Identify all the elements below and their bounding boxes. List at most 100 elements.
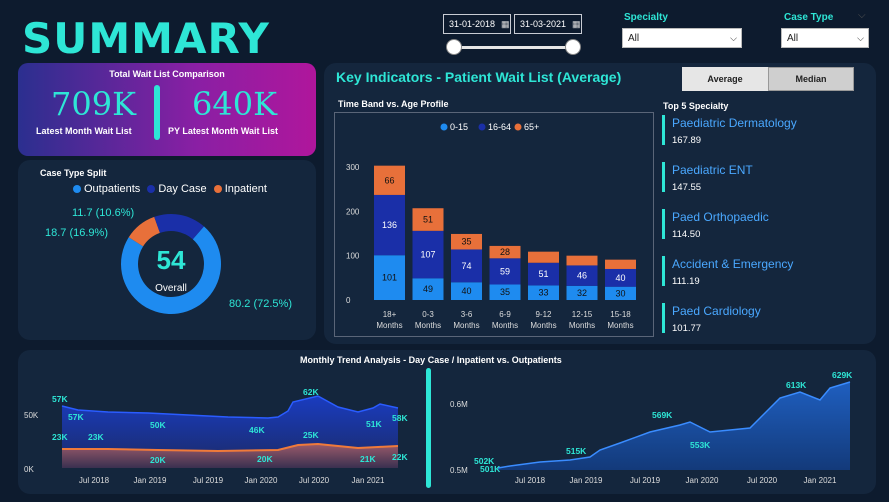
legend-dot-65+ [514, 123, 522, 131]
legend-dot-daycase [147, 185, 156, 194]
py-wait-list-value: 640K [192, 85, 277, 123]
legend-inpatient: Inpatient [224, 183, 267, 195]
x-tick-label: 3-6 [461, 310, 473, 319]
left-trend-chart: 57K57K 50K 46K 62K 51K 58K 23K 23K 20K 20K 25K 21K 2… [24, 387, 408, 485]
start-date-input[interactable]: 31-01-2018 ▦ [443, 14, 511, 34]
chevron-down-icon[interactable]: ⌵ [858, 10, 866, 21]
date-slider-end-handle[interactable] [565, 39, 581, 55]
legend-label-0-15: 0-15 [450, 122, 468, 132]
total-point-label: 515K [566, 446, 587, 456]
legend-dot-16-64 [478, 123, 486, 131]
outpatients-point-label: 46K [249, 425, 265, 435]
outpatients-point-label: 62K [303, 387, 319, 397]
latest-wait-list-label: Latest Month Wait List [36, 126, 132, 136]
x-tick-label: 18+ [383, 310, 397, 319]
inpatient-point-label: 25K [303, 430, 319, 440]
specialty-name[interactable]: Paed Orthopaedic [672, 210, 769, 224]
specialty-filter-label: Specialty [624, 12, 668, 23]
bar-data-label: 28 [500, 247, 510, 257]
wait-list-card: Total Wait List Comparison 709K Latest M… [18, 63, 316, 156]
y-tick-label: 0 [346, 296, 351, 305]
calendar-icon[interactable]: ▦ [501, 19, 510, 30]
legend-label-16-64: 16-64 [488, 122, 511, 132]
case-type-filter-select[interactable]: All ⌵ [781, 28, 869, 48]
case-type-donut: 54 Overall [121, 214, 221, 314]
x-tick-label: Months [453, 321, 479, 330]
start-date-value: 31-01-2018 [449, 19, 496, 29]
x-tick-label: Jan 2019 [570, 476, 603, 485]
bar-data-label: 35 [500, 287, 510, 297]
x-tick-label: 6-9 [499, 310, 511, 319]
x-tick-label: 12-15 [572, 310, 593, 319]
x-tick-label: Jul 2018 [79, 476, 110, 485]
average-toggle-button[interactable]: Average [682, 67, 768, 91]
bar-data-label: 51 [538, 269, 548, 279]
date-slider-track[interactable] [455, 46, 575, 49]
inpatient-point-label: 20K [150, 455, 166, 465]
case-type-legend: Outpatients Day Case Inpatient [73, 183, 267, 195]
bar-data-label: 40 [461, 286, 471, 296]
x-tick-label: Jul 2020 [747, 476, 778, 485]
x-tick-label: Jan 2019 [134, 476, 167, 485]
specialty-name[interactable]: Paediatric Dermatology [672, 116, 797, 130]
median-toggle-button[interactable]: Median [768, 67, 854, 91]
bar-65+[interactable] [605, 259, 636, 269]
page-title: SUMMARY [22, 14, 270, 63]
bar-data-label: 59 [500, 266, 510, 276]
bar-65+[interactable] [528, 251, 559, 263]
donut-label-outpatients: 80.2 (72.5%) [229, 298, 292, 310]
y-tick-label: 50K [24, 411, 39, 420]
specialty-accent-bar [662, 162, 665, 192]
date-slider-start-handle[interactable] [446, 39, 462, 55]
donut-center-label: Overall [155, 283, 187, 294]
time-band-bar-chart: 0-15 16-64 65+ 0 100 200 300 101 136 66 49 107 51 4… [346, 122, 636, 330]
specialty-name[interactable]: Paediatric ENT [672, 163, 753, 177]
bar-data-label: 32 [577, 288, 587, 298]
x-tick-label: Months [607, 321, 633, 330]
chevron-down-icon: ⌵ [730, 32, 737, 43]
specialty-value: 147.55 [672, 182, 702, 193]
wait-list-title: Total Wait List Comparison [109, 69, 225, 79]
x-tick-label: Jan 2021 [804, 476, 837, 485]
bar-data-label: 33 [538, 288, 548, 298]
end-date-value: 31-03-2021 [520, 19, 567, 29]
right-trend-chart: 502K501K515K569K553K613K629K 0.6M0.5MJul… [450, 370, 853, 485]
outpatients-point-label: 50K [150, 420, 166, 430]
y-tick-label: 0.5M [450, 466, 468, 475]
inpatient-point-label: 23K [52, 432, 68, 442]
end-date-input[interactable]: 31-03-2021 ▦ [514, 14, 582, 34]
specialty-value: 114.50 [672, 229, 701, 240]
card-divider [154, 85, 160, 140]
specialty-value: 101.77 [672, 323, 702, 334]
specialty-filter-value: All [628, 32, 640, 44]
x-tick-label: 15-18 [610, 310, 631, 319]
case-type-filter-value: All [787, 32, 799, 44]
x-tick-label: Jan 2021 [352, 476, 385, 485]
x-tick-label: Jul 2020 [299, 476, 330, 485]
total-point-label: 629K [832, 370, 853, 380]
bar-data-label: 49 [423, 284, 433, 294]
x-tick-label: Months [415, 321, 441, 330]
case-type-filter-label: Case Type [784, 12, 834, 23]
bar-data-label: 40 [615, 273, 625, 283]
inpatient-point-label: 22K [392, 452, 408, 462]
x-tick-label: Jul 2019 [193, 476, 224, 485]
bar-data-label: 136 [382, 220, 397, 230]
bar-data-label: 66 [384, 175, 394, 185]
specialty-filter-select[interactable]: All ⌵ [622, 28, 742, 48]
specialty-accent-bar [662, 303, 665, 333]
calendar-icon[interactable]: ▦ [572, 19, 581, 30]
bar-65+[interactable] [566, 255, 598, 266]
specialty-value: 111.19 [672, 276, 700, 287]
x-tick-label: Months [530, 321, 556, 330]
outpatients-point-label: 58K [392, 413, 408, 423]
specialty-name[interactable]: Paed Cardiology [672, 304, 761, 318]
bar-data-label: 35 [461, 237, 471, 247]
total-point-label: 501K [480, 464, 501, 474]
x-tick-label: Jul 2019 [630, 476, 661, 485]
case-type-title: Case Type Split [40, 168, 107, 178]
outpatients-point-label: 57K [68, 412, 84, 422]
specialty-name[interactable]: Accident & Emergency [672, 257, 793, 271]
legend-dot-0-15 [440, 123, 448, 131]
specialty-value: 167.89 [672, 135, 702, 146]
